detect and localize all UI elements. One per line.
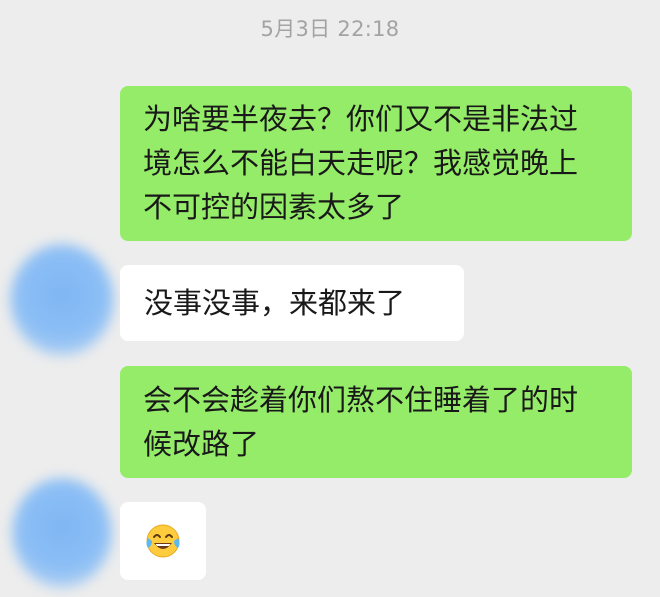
message-text-line: 不可控的因素太多了	[143, 190, 405, 224]
chat-timestamp: 5月3日 22:18	[260, 17, 400, 41]
message-text-line: 没事没事，来都来了	[144, 286, 406, 320]
message-text-line: 境怎么不能白天走呢？我感觉晚上	[143, 146, 579, 180]
message-text-line: 候改路了	[143, 427, 260, 461]
received-emoji-bubble[interactable]	[120, 502, 206, 580]
contact-avatar[interactable]	[10, 244, 114, 356]
received-message-bubble[interactable]: 没事没事，来都来了	[120, 265, 464, 341]
face-with-tears-of-joy-icon	[146, 524, 180, 558]
sent-message-bubble[interactable]: 为啥要半夜去？你们又不是非法过 境怎么不能白天走呢？我感觉晚上 不可控的因素太多…	[120, 86, 632, 241]
message-text-line: 会不会趁着你们熬不住睡着了的时	[143, 383, 579, 417]
contact-avatar[interactable]	[12, 478, 112, 588]
sent-message-bubble[interactable]: 会不会趁着你们熬不住睡着了的时 候改路了	[120, 366, 632, 478]
message-text-line: 为啥要半夜去？你们又不是非法过	[143, 102, 579, 136]
